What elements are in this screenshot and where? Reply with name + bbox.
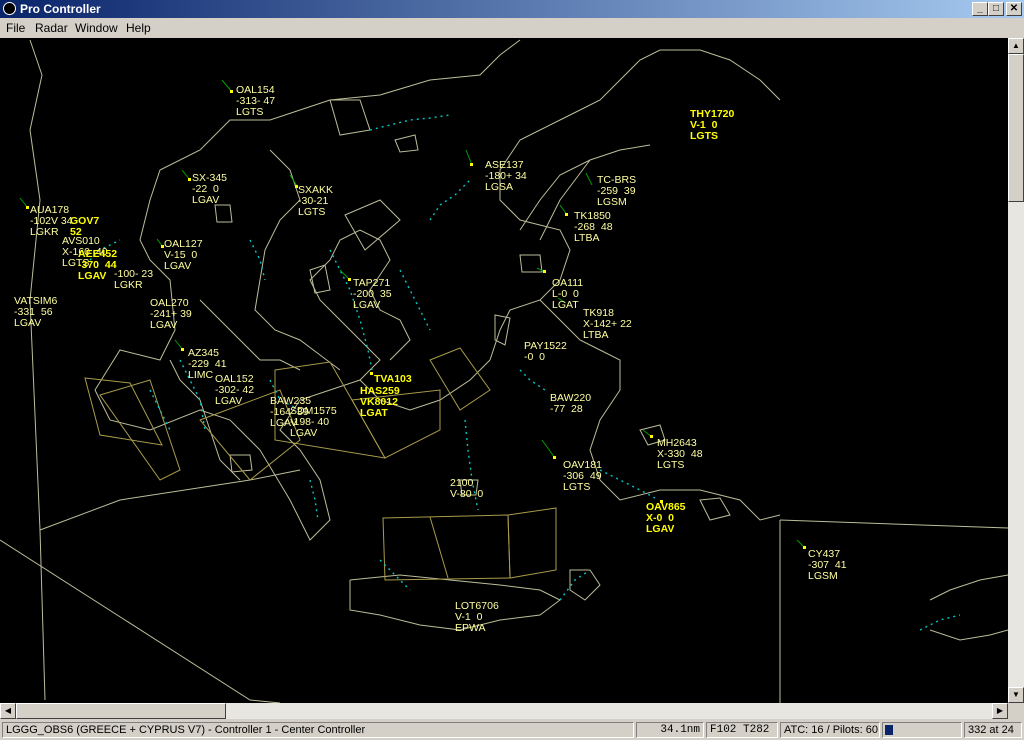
destination: LTBA (583, 329, 609, 341)
altitude: -0 0 (524, 351, 546, 363)
destination: LGSM (808, 570, 838, 582)
vertical-scroll-thumb[interactable] (1008, 54, 1024, 202)
destination: LGTS (657, 459, 685, 471)
status-counts: ATC: 16 / Pilots: 60 (780, 722, 880, 738)
datablock-tk918[interactable]: TK918 X-142+ 22 LTBA (583, 286, 632, 363)
datablock-baw220[interactable]: BAW220 -77 28 (550, 371, 591, 437)
menu-radar[interactable]: Radar (35, 21, 68, 35)
horizontal-scroll-thumb[interactable] (16, 703, 226, 719)
destination: LGKR (114, 279, 143, 291)
destination: LGTS (690, 130, 718, 142)
datablock-rhodes-cluster[interactable]: OAV865 X-0 0 LGAV (646, 480, 686, 557)
scroll-up-icon[interactable]: ▲ (1008, 38, 1024, 54)
destination: LGAT (360, 407, 388, 419)
airspace-sectors (84, 347, 557, 581)
menu-file[interactable]: File (6, 21, 25, 35)
datablock-oal154[interactable]: OAL154 -313- 47 LGTS (236, 63, 275, 140)
datablock-cy437[interactable]: CY437 -307 41 LGSM (808, 527, 847, 604)
datablock-cluster-west[interactable]: AEE452 -370 44 LGAV (78, 227, 117, 304)
destination: LGAV (78, 270, 107, 282)
minimize-button[interactable]: _ (972, 2, 988, 16)
status-session: LGGG_OBS6 (GREECE + CYPRUS V7) - Control… (2, 722, 634, 738)
maximize-button[interactable]: □ (988, 2, 1004, 16)
destination: LGAV (290, 427, 318, 439)
menu-help[interactable]: Help (126, 21, 151, 35)
status-progress (882, 722, 962, 738)
destination: LGAV (14, 317, 42, 329)
datablock-athens-cluster[interactable]: HAS259 VK8012 LGAT (360, 364, 400, 441)
status-bar: LGGG_OBS6 (GREECE + CYPRUS V7) - Control… (0, 720, 1024, 740)
window-title: Pro Controller (20, 2, 101, 16)
destination: LGTS (563, 481, 591, 493)
status-distance: 34.1nm (636, 722, 704, 738)
scrollbar-corner (1008, 703, 1024, 719)
datablock-oal152[interactable]: OAL152 -302- 42 LGAV (215, 352, 254, 429)
altitude: V-80 0 (450, 488, 484, 500)
status-levels: F102 T282 (706, 722, 778, 738)
datablock-tk1850[interactable]: TK1850 -268 48 LTBA (574, 189, 613, 266)
destination: EPWA (455, 622, 486, 634)
vertical-scrollbar[interactable]: ▲ ▼ (1008, 38, 1024, 703)
destination: LGTS (236, 106, 264, 118)
menu-window[interactable]: Window (75, 21, 118, 35)
destination: LGAV (192, 194, 220, 206)
destination: LGAT (552, 299, 579, 311)
destination: LGAV (215, 395, 243, 407)
datablock-oal270[interactable]: OAL270 -241+ 39 LGAV (150, 276, 192, 353)
datablock-vatsim6[interactable]: VATSIM6 -331 56 LGAV (14, 274, 57, 351)
destination: LGTS (298, 206, 326, 218)
altitude: -77 28 (550, 403, 583, 415)
destination: LGSA (485, 181, 514, 193)
scroll-right-icon[interactable]: ▶ (992, 703, 1008, 719)
destination: LGAV (646, 523, 675, 535)
radar-scope[interactable]: OAL154 -313- 47 LGTS SX-345 -22 0 LGAV SXAKK… (0, 38, 1008, 703)
destination: LTBA (574, 232, 600, 244)
datablock-oav181[interactable]: OAV181 -306 49 LGTS (563, 438, 602, 515)
close-button[interactable]: ✕ (1006, 2, 1022, 16)
destination: LGAV (150, 319, 178, 331)
scroll-down-icon[interactable]: ▼ (1008, 687, 1024, 703)
datablock-sxakk[interactable]: SXAKK -30-21 LGTS (298, 163, 333, 240)
title-bar: Pro Controller _ □ ✕ (0, 0, 1024, 18)
datablock-ase137[interactable]: ASE137 -180+ 34 LGSA (485, 138, 527, 215)
datablock-lgkr[interactable]: -100- 23 LGKR (114, 247, 153, 313)
destination: LGAV (164, 260, 192, 272)
datablock-sdm1575[interactable]: SDM1575 -198- 40 LGAV (290, 384, 337, 461)
app-icon[interactable] (3, 2, 16, 15)
progress-fill (885, 725, 893, 735)
status-cursor: 332 at 24 (964, 722, 1022, 738)
menu-bar: File Radar Window Help (0, 18, 1024, 38)
destination: LGAV (353, 299, 381, 311)
datablock-tap271[interactable]: TAP271 -200 35 LGAV (353, 256, 392, 333)
datablock-tk1720[interactable]: THY1720 V-1 0 LGTS (690, 87, 734, 164)
scroll-left-icon[interactable]: ◀ (0, 703, 16, 719)
datablock-2100[interactable]: 2100 V-80 0 (450, 456, 483, 522)
horizontal-scrollbar[interactable]: ◀ ▶ (0, 703, 1008, 719)
datablock-lot6706[interactable]: LOT6706 V-1 0 EPWA (455, 579, 499, 656)
